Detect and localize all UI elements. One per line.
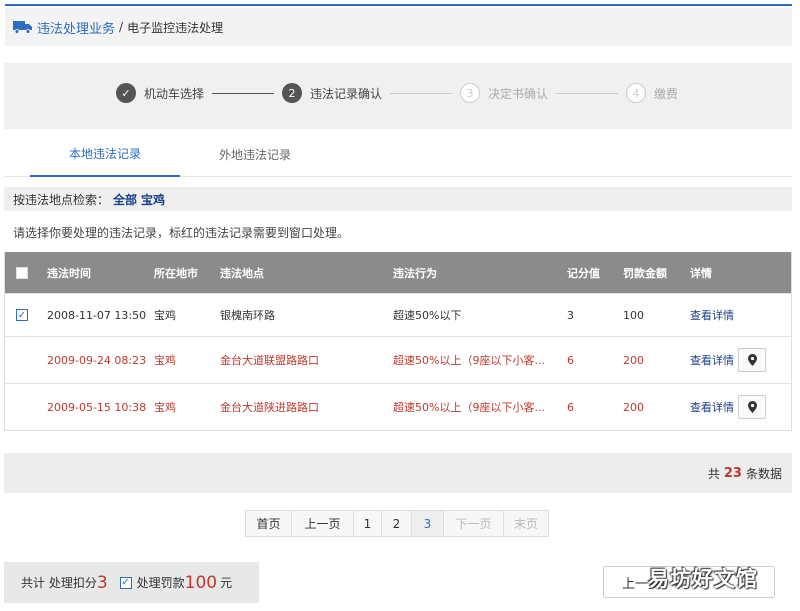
table-header: 违法时间 所在地市 违法地点 违法行为 记分值 罚款金额 详情 — [5, 252, 791, 293]
cell-place: 金台大道联盟路路口 — [220, 354, 319, 367]
filter-city-link[interactable]: 宝鸡 — [141, 191, 165, 208]
summary-points: 3 — [96, 572, 108, 593]
step-decision-confirm: 3 决定书确认 — [460, 83, 548, 103]
cell-fine: 100 — [623, 308, 644, 322]
pagination: 首页 上一页 1 2 3 下一页 末页 — [245, 510, 549, 537]
cell-time: 2009-09-24 08:23 — [47, 353, 147, 367]
page-3-button[interactable]: 3 — [412, 511, 444, 536]
step-payment: 4 缴费 — [626, 83, 678, 103]
location-pin-button[interactable] — [738, 348, 766, 372]
step-1-check-icon: ✓ — [116, 83, 136, 103]
table-row: 2009-05-15 10:38 宝鸡 金台大道陕进路路口 超速50%以上（9座… — [5, 383, 791, 430]
cell-points: 3 — [567, 308, 574, 322]
view-detail-link[interactable]: 查看详情 — [690, 352, 734, 368]
step-4-number: 4 — [626, 83, 647, 103]
cell-behavior: 超速50%以上（9座以下小客... — [393, 401, 545, 414]
page-first-button[interactable]: 首页 — [246, 511, 292, 536]
total-suffix: 条数据 — [745, 466, 782, 481]
fine-checkbox[interactable]: ✓ — [119, 576, 132, 589]
summary-unit: 元 — [220, 576, 233, 590]
instruction-text: 请选择你要处理的违法记录，标红的违法记录需要到窗口处理。 — [13, 226, 350, 240]
cell-behavior: 超速50%以上（9座以下小客... — [393, 354, 545, 367]
location-pin-icon — [747, 401, 757, 413]
step-3-number: 3 — [460, 83, 481, 103]
step-2-number: 2 — [282, 83, 303, 103]
cell-points: 6 — [567, 400, 574, 414]
header-detail: 详情 — [690, 266, 712, 280]
location-filter: 按违法地点检索： 全部 宝鸡 — [4, 187, 792, 211]
page-1-button[interactable]: 1 — [354, 511, 382, 536]
record-count-bar: 共 23 条数据 — [4, 453, 792, 493]
location-pin-button[interactable] — [738, 395, 766, 419]
view-detail-link[interactable]: 查看详情 — [690, 399, 734, 415]
truck-icon — [13, 21, 32, 34]
violation-table: 违法时间 所在地市 违法地点 违法行为 记分值 罚款金额 详情 ✓ 2008-1… — [4, 252, 792, 431]
step-4-label: 缴费 — [654, 86, 679, 101]
header-place: 违法地点 — [220, 266, 264, 280]
cell-points: 6 — [567, 353, 574, 367]
header-time: 违法时间 — [47, 266, 91, 280]
breadcrumb-main[interactable]: 违法处理业务 — [37, 18, 115, 37]
filter-all-link[interactable]: 全部 — [113, 191, 137, 208]
step-3-label: 决定书确认 — [488, 86, 549, 101]
step-connector — [556, 92, 619, 94]
table-row: 2009-09-24 08:23 宝鸡 金台大道联盟路路口 超速50%以上（9座… — [5, 336, 791, 383]
total-count: 23 — [723, 465, 742, 481]
page-prev-button[interactable]: 上一页 — [292, 511, 354, 536]
cell-behavior: 超速50%以下 — [393, 309, 462, 322]
top-accent-line — [5, 4, 792, 6]
filter-label: 按违法地点检索： — [13, 192, 110, 207]
tab-local-records[interactable]: 本地违法记录 — [30, 131, 180, 177]
cell-city: 宝鸡 — [154, 401, 176, 414]
header-points: 记分值 — [567, 266, 600, 280]
cell-time: 2008-11-07 13:50 — [47, 308, 147, 322]
cell-fine: 200 — [623, 353, 644, 367]
step-connector — [390, 92, 453, 94]
step-1-label: 机动车选择 — [144, 86, 205, 101]
summary-footer: 共计 处理扣分 3 ✓ 处理罚款 100 元 — [4, 562, 259, 603]
header-behavior: 违法行为 — [393, 266, 437, 280]
cell-city: 宝鸡 — [154, 354, 176, 367]
step-2-label: 违法记录确认 — [310, 86, 383, 101]
table-row: ✓ 2008-11-07 13:50 宝鸡 银槐南环路 超速50%以下 3 10… — [5, 293, 791, 336]
step-vehicle-select: ✓ 机动车选择 — [116, 83, 204, 103]
breadcrumb: 违法处理业务 / 电子监控违法处理 — [5, 8, 792, 46]
cell-city: 宝鸡 — [154, 309, 176, 322]
row-checkbox[interactable]: ✓ — [16, 309, 28, 321]
page-2-button[interactable]: 2 — [382, 511, 412, 536]
step-connector — [212, 92, 275, 94]
step-violation-confirm: 2 违法记录确认 — [282, 83, 382, 103]
breadcrumb-separator: / — [119, 20, 124, 34]
header-city: 所在地市 — [154, 266, 198, 280]
location-pin-icon — [747, 354, 757, 366]
total-prefix: 共 — [707, 466, 720, 481]
record-tabs: 本地违法记录 外地违法记录 — [4, 131, 792, 177]
cell-time: 2009-05-15 10:38 — [47, 400, 147, 414]
view-detail-link[interactable]: 查看详情 — [690, 307, 734, 323]
cell-place: 金台大道陕进路路口 — [220, 401, 319, 414]
step-progress: ✓ 机动车选择 2 违法记录确认 3 决定书确认 4 缴费 — [4, 63, 792, 129]
summary-fine-label: 处理罚款 — [136, 576, 185, 590]
summary-fine: 100 — [184, 572, 218, 593]
page-next-button[interactable]: 下一页 — [444, 511, 504, 536]
summary-points-label: 共计 处理扣分 — [21, 576, 97, 590]
header-fine: 罚款金额 — [623, 266, 667, 280]
cell-place: 银槐南环路 — [220, 309, 275, 322]
tab-remote-records[interactable]: 外地违法记录 — [180, 131, 330, 177]
cell-fine: 200 — [623, 400, 644, 414]
watermark: 易坊好文馆 — [648, 567, 758, 591]
page-last-button[interactable]: 末页 — [504, 511, 548, 536]
select-all-checkbox[interactable] — [16, 266, 28, 279]
breadcrumb-current: 电子监控违法处理 — [127, 20, 224, 35]
